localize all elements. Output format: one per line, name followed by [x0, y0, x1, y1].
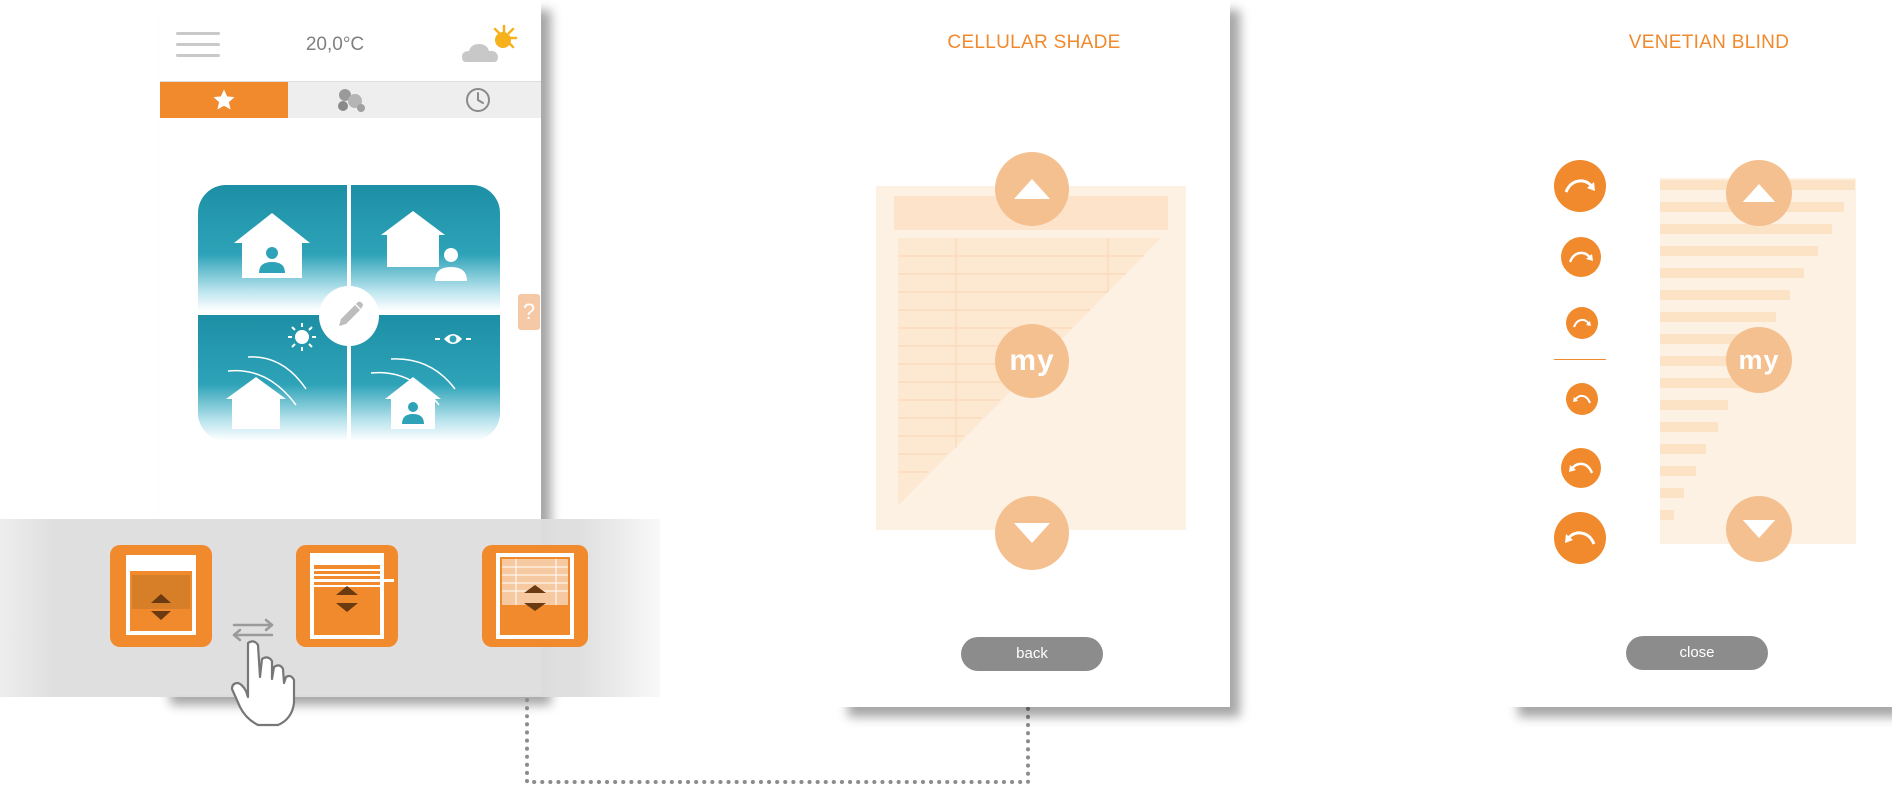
shade-up-button[interactable] — [995, 152, 1069, 226]
arrow-up-icon — [1014, 179, 1050, 199]
help-tab[interactable]: ? — [518, 294, 540, 330]
arrow-down-icon — [1014, 523, 1050, 543]
arrow-up-icon — [1742, 184, 1776, 202]
rotate-clockwise-icon — [1568, 251, 1593, 263]
rotate-clockwise-icon — [1573, 318, 1591, 328]
rotate-clockwise-icon — [1564, 179, 1595, 193]
blind-my-button[interactable]: my — [1726, 327, 1792, 393]
clock-icon — [466, 88, 490, 112]
back-button[interactable]: back — [961, 637, 1103, 671]
tilt-close-small-button[interactable] — [1566, 383, 1598, 415]
temperature-readout: 20,0°C — [305, 34, 365, 55]
roller-shade-button[interactable] — [110, 545, 212, 647]
arrow-down-icon — [1742, 520, 1776, 538]
venetian-blind-panel: VENETIAN BLIND my close — [1508, 0, 1892, 707]
my-label: my — [1009, 344, 1055, 377]
tilt-divider — [1554, 359, 1606, 360]
tab-devices[interactable] — [288, 82, 415, 118]
cellular-shade-title: CELLULAR SHADE — [947, 32, 1121, 53]
blind-down-button[interactable] — [1726, 496, 1792, 562]
pencil-icon — [339, 301, 363, 326]
roller-shade-icon — [126, 555, 196, 635]
tab-bar — [160, 81, 541, 118]
star-icon — [213, 89, 235, 110]
venetian-blind-icon — [310, 553, 394, 639]
cellular-shade-button[interactable] — [482, 545, 588, 647]
tab-favorites[interactable] — [160, 82, 288, 118]
venetian-blind-button[interactable] — [296, 545, 398, 647]
shade-down-button[interactable] — [995, 496, 1069, 570]
rotate-counterclockwise-icon — [1569, 462, 1594, 474]
tilt-close-large-button[interactable] — [1554, 512, 1606, 564]
venetian-blind-title: VENETIAN BLIND — [1628, 32, 1790, 53]
my-label: my — [1738, 344, 1780, 375]
tap-hand-icon — [230, 640, 296, 727]
close-button[interactable]: close — [1626, 636, 1768, 670]
hamburger-menu-icon[interactable] — [176, 32, 220, 60]
tilt-close-medium-button[interactable] — [1561, 448, 1601, 488]
rotate-counterclockwise-icon — [1565, 531, 1596, 545]
tilt-open-large-button[interactable] — [1554, 160, 1606, 212]
shade-my-button[interactable]: my — [995, 324, 1069, 398]
devices-group-icon — [337, 89, 365, 112]
cellular-shade-icon — [496, 553, 574, 639]
blind-up-button[interactable] — [1726, 160, 1792, 226]
rotate-counterclockwise-icon — [1573, 394, 1591, 404]
edit-scenes-button[interactable] — [319, 286, 379, 346]
partly-sunny-icon — [462, 24, 518, 62]
tilt-open-medium-button[interactable] — [1561, 237, 1601, 277]
cellular-shade-panel: CELLULAR SHADE my back — [838, 0, 1230, 707]
tilt-open-small-button[interactable] — [1566, 307, 1598, 339]
tab-schedule[interactable] — [415, 82, 541, 118]
